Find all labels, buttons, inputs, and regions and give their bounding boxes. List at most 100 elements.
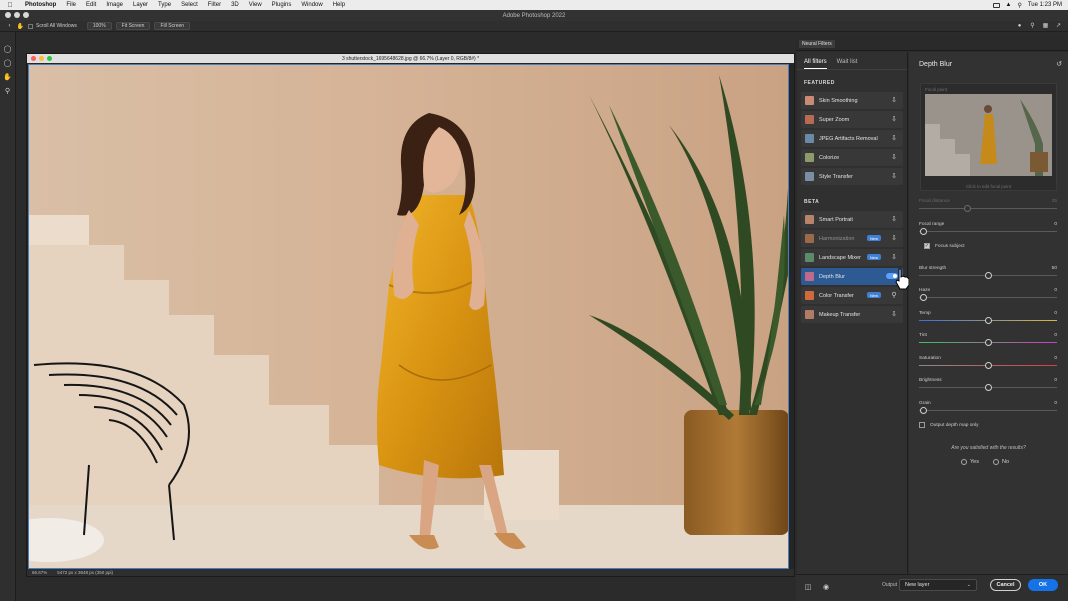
menu-layer[interactable]: Layer [128,2,153,8]
fill-screen-button[interactable]: Fill Screen [154,22,191,30]
back-icon[interactable]: ‹ [6,23,13,30]
wifi-icon[interactable]: ▲ [1006,2,1012,8]
neural-filters-panel-title[interactable]: Neural Filters [799,40,835,48]
doc-zoom-button[interactable] [47,56,52,61]
reset-icon[interactable]: ↺ [1056,60,1062,68]
slider-knob[interactable] [985,362,992,369]
slider-knob[interactable] [985,339,992,346]
move-tool-icon[interactable]: ◯ [3,44,12,53]
filter-harmonization[interactable]: Harmonization New ⇩ [801,230,903,247]
image-canvas[interactable] [28,64,789,569]
hand-tool-icon[interactable]: ✋ [17,23,24,30]
menu-photoshop[interactable]: Photoshop [20,2,61,8]
output-select[interactable]: New layer ⌄ [899,579,977,591]
cloud-download-icon[interactable]: ⇩ [890,153,898,161]
share-export-icon[interactable]: ↗ [1055,22,1062,29]
cloud-download-icon[interactable]: ⇩ [890,310,898,318]
focal-thumbnail[interactable] [925,94,1052,176]
doc-close-button[interactable] [31,56,36,61]
tab-all-filters[interactable]: All filters [804,59,827,69]
filter-landscape-mixer[interactable]: Landscape Mixer New ⇩ [801,249,903,266]
cloud-download-icon[interactable]: ⇩ [890,115,898,123]
cloud-download-icon[interactable]: ⇩ [890,253,898,261]
fit-screen-button[interactable]: Fit Screen [115,22,151,30]
menu-file[interactable]: File [61,2,81,8]
cancel-button[interactable]: Cancel [990,579,1021,591]
cloud-download-icon[interactable]: ⇩ [890,96,898,104]
zoom-tool-icon[interactable]: ⚲ [3,86,12,95]
menu-filter[interactable]: Filter [203,2,226,8]
slider-knob[interactable] [920,407,927,414]
haze-slider[interactable]: Haze 0 [919,288,1057,302]
focus-subject-checkbox[interactable]: ✓ Focus subject [924,243,965,249]
cloud-download-icon[interactable]: ⇩ [890,215,898,223]
battery-icon[interactable] [992,2,1000,8]
menu-window[interactable]: Window [296,2,327,8]
preview-toggle-icon[interactable]: ◫ [804,583,812,591]
filter-jpeg-artifacts-removal[interactable]: JPEG Artifacts Removal ⇩ [801,130,903,147]
layers-icon[interactable]: ◉ [822,583,830,591]
zoom-window-button[interactable] [23,12,29,18]
apple-icon[interactable]:  [0,2,20,9]
slider-knob[interactable] [985,384,992,391]
ok-button[interactable]: OK [1028,579,1058,591]
spotlight-icon[interactable]: ⚲ [1017,2,1021,9]
menu-3d[interactable]: 3D [226,2,244,8]
focus-tool-icon[interactable]: ◯ [3,58,12,67]
filter-style-transfer[interactable]: Style Transfer ⇩ [801,168,903,185]
yes-radio[interactable]: Yes [961,459,979,465]
slider-knob[interactable] [985,317,992,324]
no-label: No [1002,459,1010,465]
filter-depth-blur[interactable]: Depth Blur [801,268,903,285]
menu-edit[interactable]: Edit [81,2,101,8]
blur-strength-slider[interactable]: Blur strength 50 [919,266,1057,280]
cloud-download-icon[interactable]: ⇩ [890,172,898,180]
filter-super-zoom[interactable]: Super Zoom ⇩ [801,111,903,128]
focal-distance-slider[interactable]: Focal distance 25 [919,199,1057,213]
search-icon[interactable]: ⚲ [1029,22,1036,29]
saturation-slider[interactable]: Saturation 0 [919,356,1057,370]
filter-makeup-transfer[interactable]: Makeup Transfer ⇩ [801,306,903,323]
slider-knob[interactable] [920,228,927,235]
minimize-window-button[interactable] [14,12,20,18]
zoom-100-button[interactable]: 100% [86,22,112,30]
focal-range-slider[interactable]: Focal range 0 [919,222,1057,236]
cloud-download-icon[interactable]: ⇩ [890,134,898,142]
menu-image[interactable]: Image [101,2,128,8]
share-icon[interactable]: ● [1016,22,1023,29]
cloud-download-icon[interactable]: ⇩ [890,234,898,242]
slider-knob[interactable] [964,205,972,212]
menu-select[interactable]: Select [176,2,203,8]
filter-colorize[interactable]: Colorize ⇩ [801,149,903,166]
focal-point-preview[interactable]: Focal point Click to edit focal point [920,83,1057,191]
filter-skin-smoothing[interactable]: Skin Smoothing ⇩ [801,92,903,109]
menu-help[interactable]: Help [328,2,350,8]
scroll-all-windows-checkbox[interactable]: Scroll All Windows [28,23,77,29]
temp-slider[interactable]: Temp 0 [919,311,1057,325]
slider-knob[interactable] [985,272,992,279]
tint-slider[interactable]: Tint 0 [919,333,1057,347]
slider-track[interactable] [919,208,1057,209]
workspace-icon[interactable]: ▦ [1042,22,1049,29]
menubar-clock[interactable]: Tue 1:23 PM [1028,2,1062,8]
slider-track[interactable] [919,231,1057,232]
output-depth-map-checkbox[interactable]: Output depth map only [919,422,979,428]
doc-minimize-button[interactable] [39,56,44,61]
filter-color-transfer[interactable]: Color Transfer New ⚲ [801,287,903,304]
brightness-slider[interactable]: Brightness 0 [919,378,1057,392]
menu-view[interactable]: View [244,2,267,8]
menu-plugins[interactable]: Plugins [267,2,297,8]
slider-knob[interactable] [920,294,927,301]
no-radio[interactable]: No [993,459,1009,465]
tab-wait-list[interactable]: Wait list [837,59,858,69]
hand-tool-icon[interactable]: ✋ [3,72,12,81]
grain-slider[interactable]: Grain 0 [919,401,1057,415]
close-window-button[interactable] [5,12,11,18]
menu-type[interactable]: Type [153,2,176,8]
doc-zoom-level[interactable]: 66.67% [32,570,47,575]
search-icon[interactable]: ⚲ [890,291,898,299]
filter-smart-portrait[interactable]: Smart Portrait ⇩ [801,211,903,228]
checkmark-icon: ✓ [924,243,930,249]
slider-track[interactable] [919,297,1057,298]
slider-track[interactable] [919,410,1057,411]
